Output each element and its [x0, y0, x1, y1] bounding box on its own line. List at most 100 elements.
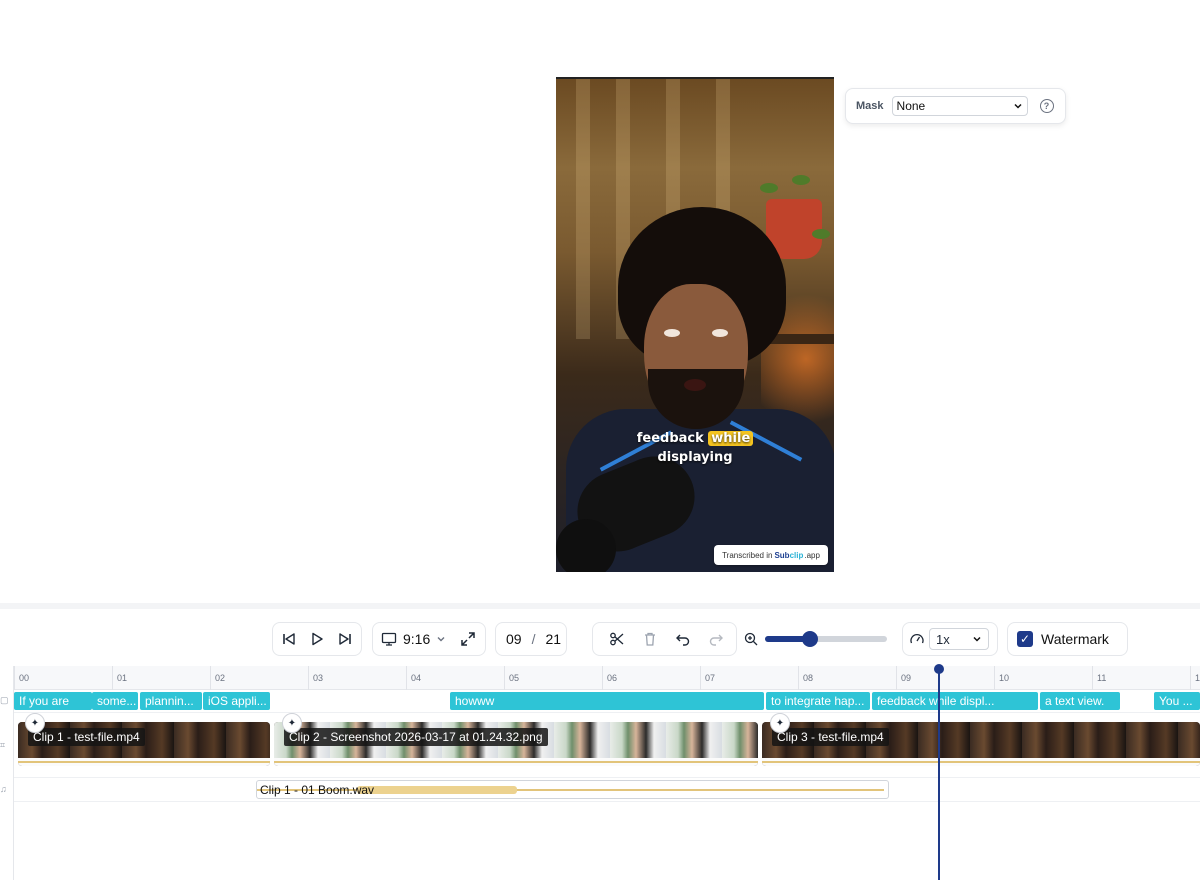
mask-label: Mask: [856, 100, 884, 112]
playback-controls: [272, 622, 362, 656]
badge-prefix: Transcribed in: [722, 550, 773, 560]
delete-button[interactable]: [636, 625, 664, 653]
magic-wand-icon[interactable]: ✦: [25, 713, 45, 733]
caption-word: feedback: [636, 431, 704, 446]
subtitle-track-icon: ▢: [0, 695, 9, 705]
caption-highlight-word: while: [708, 431, 754, 446]
audio-clip-label: Clip 1 - 01 Boom.wav: [260, 783, 375, 797]
mask-select[interactable]: None: [891, 96, 1028, 116]
split-button[interactable]: [603, 625, 631, 653]
mask-select-value: None: [896, 99, 926, 113]
ruler-tick: 03: [308, 666, 323, 690]
speed-control: 1x: [902, 622, 998, 656]
total-time: 21: [545, 631, 562, 647]
time-ruler[interactable]: 00 01 02 03 04 05 06 07 08 09 10 11 12: [14, 666, 1200, 690]
watermark-badge: Transcribed in Subclip .app: [714, 545, 828, 565]
subtitle-chip[interactable]: You ...: [1154, 692, 1200, 710]
play-button[interactable]: [303, 625, 331, 653]
watermark-label: Watermark: [1041, 631, 1109, 647]
ruler-tick: 07: [700, 666, 715, 690]
clip-waveform: [274, 758, 758, 766]
zoom-control: [743, 628, 893, 650]
audio-track-icon: ♫: [0, 784, 7, 794]
edit-controls: [592, 622, 737, 656]
subtitle-chip[interactable]: plannin...: [140, 692, 202, 710]
skip-forward-icon: [339, 633, 351, 645]
track-divider: [14, 777, 1200, 778]
ruler-tick: 02: [210, 666, 225, 690]
video-track-icon: ⌗: [0, 740, 6, 750]
watermark-toggle[interactable]: ✓ Watermark: [1007, 622, 1128, 656]
trash-icon: [645, 632, 655, 646]
aspect-ratio-select[interactable]: 9:16: [381, 631, 446, 647]
speed-value: 1x: [936, 631, 950, 647]
clip-label: Clip 1 - test-file.mp4: [28, 728, 145, 746]
undo-icon: [676, 634, 690, 646]
magic-wand-icon[interactable]: ✦: [282, 713, 302, 733]
current-time: 09: [506, 631, 522, 647]
clip-waveform: [762, 758, 1200, 766]
subtitle-chip[interactable]: to integrate hap...: [766, 692, 870, 710]
ruler-tick: 11: [1092, 666, 1106, 690]
audio-clip[interactable]: Clip 1 - 01 Boom.wav: [256, 780, 889, 799]
ruler-tick: 01: [112, 666, 127, 690]
monitor-icon: [381, 632, 397, 646]
ruler-tick: 12: [1190, 666, 1200, 690]
clip-label: Clip 3 - test-file.mp4: [772, 728, 889, 746]
time-display: 09 / 21: [495, 622, 567, 656]
chevron-down-icon: [437, 637, 445, 642]
video-clip[interactable]: Clip 1 - test-file.mp4: [18, 722, 270, 766]
zoom-in-icon[interactable]: [743, 631, 759, 647]
subtitle-chip[interactable]: feedback while displ...: [872, 692, 1038, 710]
audio-waveform-peak: [357, 786, 517, 794]
plant-leaf: [760, 183, 778, 193]
speed-select[interactable]: 1x: [929, 628, 989, 650]
caption-line-2: displaying: [657, 450, 733, 465]
redo-icon: [709, 634, 723, 646]
video-clip[interactable]: Clip 2 - Screenshot 2026-03-17 at 01.24.…: [274, 722, 758, 766]
subtitle-chip[interactable]: howww: [450, 692, 764, 710]
badge-brand: Subclip: [774, 550, 804, 560]
magic-wand-icon[interactable]: ✦: [770, 713, 790, 733]
undo-button[interactable]: [669, 625, 697, 653]
zoom-slider-handle[interactable]: [802, 631, 819, 647]
toolbar-divider: [0, 603, 1200, 609]
subtitle-caption[interactable]: feedback while displaying: [556, 429, 834, 467]
ruler-tick: 08: [798, 666, 813, 690]
watermark-checkbox[interactable]: ✓: [1017, 631, 1033, 647]
track-divider: [14, 801, 1200, 802]
track-divider: [14, 712, 1200, 713]
clip-label: Clip 2 - Screenshot 2026-03-17 at 01.24.…: [284, 728, 548, 746]
subtitle-chip[interactable]: some...: [92, 692, 138, 710]
video-preview[interactable]: feedback while displaying Transcribed in…: [556, 77, 834, 572]
person-eye: [664, 329, 680, 337]
redo-button[interactable]: [702, 625, 730, 653]
fullscreen-button[interactable]: [454, 625, 482, 653]
play-icon: [312, 632, 323, 646]
ruler-tick: 06: [602, 666, 617, 690]
expand-icon: [461, 632, 475, 646]
playhead-handle[interactable]: [934, 664, 944, 674]
ruler-tick: 05: [504, 666, 519, 690]
curtain-fold: [576, 79, 590, 339]
zoom-slider[interactable]: [765, 631, 887, 647]
video-clip[interactable]: Clip 3 - test-file.mp4: [762, 722, 1200, 766]
ruler-tick: 09: [896, 666, 911, 690]
subtitle-chip[interactable]: a text view.: [1040, 692, 1120, 710]
playhead[interactable]: [938, 668, 940, 880]
aspect-ratio-value: 9:16: [403, 631, 431, 647]
chevron-down-icon: [1014, 103, 1022, 109]
microphone-arm: [556, 519, 616, 572]
subtitle-chip[interactable]: If you are: [14, 692, 92, 710]
clip-waveform: [18, 758, 270, 766]
skip-back-icon: [283, 633, 295, 645]
help-icon[interactable]: ?: [1039, 99, 1054, 113]
subtitle-chip[interactable]: iOS appli...: [203, 692, 270, 710]
mask-panel: Mask None ?: [845, 88, 1066, 124]
plant-leaf: [812, 229, 830, 239]
chevron-down-icon: [973, 636, 981, 642]
skip-back-button[interactable]: [275, 625, 303, 653]
plant-leaf: [792, 175, 810, 185]
skip-forward-button[interactable]: [331, 625, 359, 653]
badge-suffix: .app: [804, 550, 820, 560]
